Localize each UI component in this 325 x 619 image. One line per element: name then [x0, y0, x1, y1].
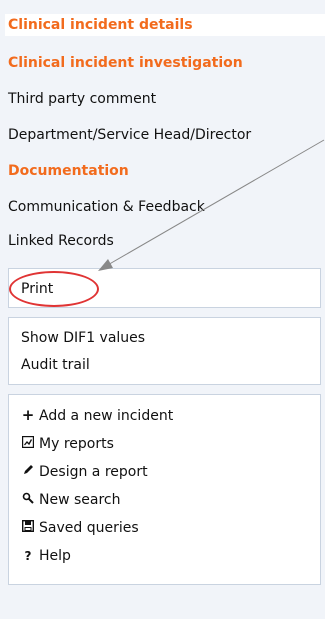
view-options-panel: Show DIF1 values Audit trail: [8, 317, 321, 385]
actions-panel: + Add a new incident My reports Design a …: [8, 394, 321, 585]
nav-clinical-incident-investigation[interactable]: Clinical incident investigation: [8, 52, 304, 74]
saved-queries-label: Saved queries: [39, 520, 139, 536]
save-icon: [21, 518, 35, 538]
my-reports-link[interactable]: My reports: [21, 434, 114, 454]
help-icon: ?: [24, 549, 32, 563]
design-report-link[interactable]: Design a report: [21, 462, 148, 482]
nav-linked-records[interactable]: Linked Records: [8, 230, 304, 252]
print-link[interactable]: Print: [21, 279, 53, 299]
nav-third-party-comment[interactable]: Third party comment: [8, 88, 304, 110]
pencil-icon: [21, 462, 35, 482]
sidebar: Clinical incident details Clinical incid…: [0, 0, 325, 619]
nav-communication-feedback[interactable]: Communication & Feedback: [8, 196, 304, 218]
new-search-label: New search: [39, 492, 121, 508]
nav-department-head[interactable]: Department/Service Head/Director: [8, 124, 304, 146]
audit-trail-link[interactable]: Audit trail: [21, 355, 90, 375]
help-link[interactable]: ? Help: [21, 546, 71, 566]
saved-queries-link[interactable]: Saved queries: [21, 518, 139, 538]
nav-documentation[interactable]: Documentation: [8, 160, 304, 182]
show-dif1-values-link[interactable]: Show DIF1 values: [21, 328, 145, 348]
plus-icon: +: [21, 406, 35, 424]
add-new-incident-label: Add a new incident: [39, 408, 174, 424]
help-label: Help: [39, 548, 71, 564]
add-new-incident-link[interactable]: + Add a new incident: [21, 405, 173, 425]
nav-clinical-incident-details[interactable]: Clinical incident details: [5, 14, 325, 36]
design-report-label: Design a report: [39, 464, 148, 480]
my-reports-label: My reports: [39, 436, 114, 452]
reports-icon: [21, 434, 35, 454]
search-icon: [21, 490, 35, 510]
print-panel: Print: [8, 268, 321, 308]
new-search-link[interactable]: New search: [21, 490, 121, 510]
